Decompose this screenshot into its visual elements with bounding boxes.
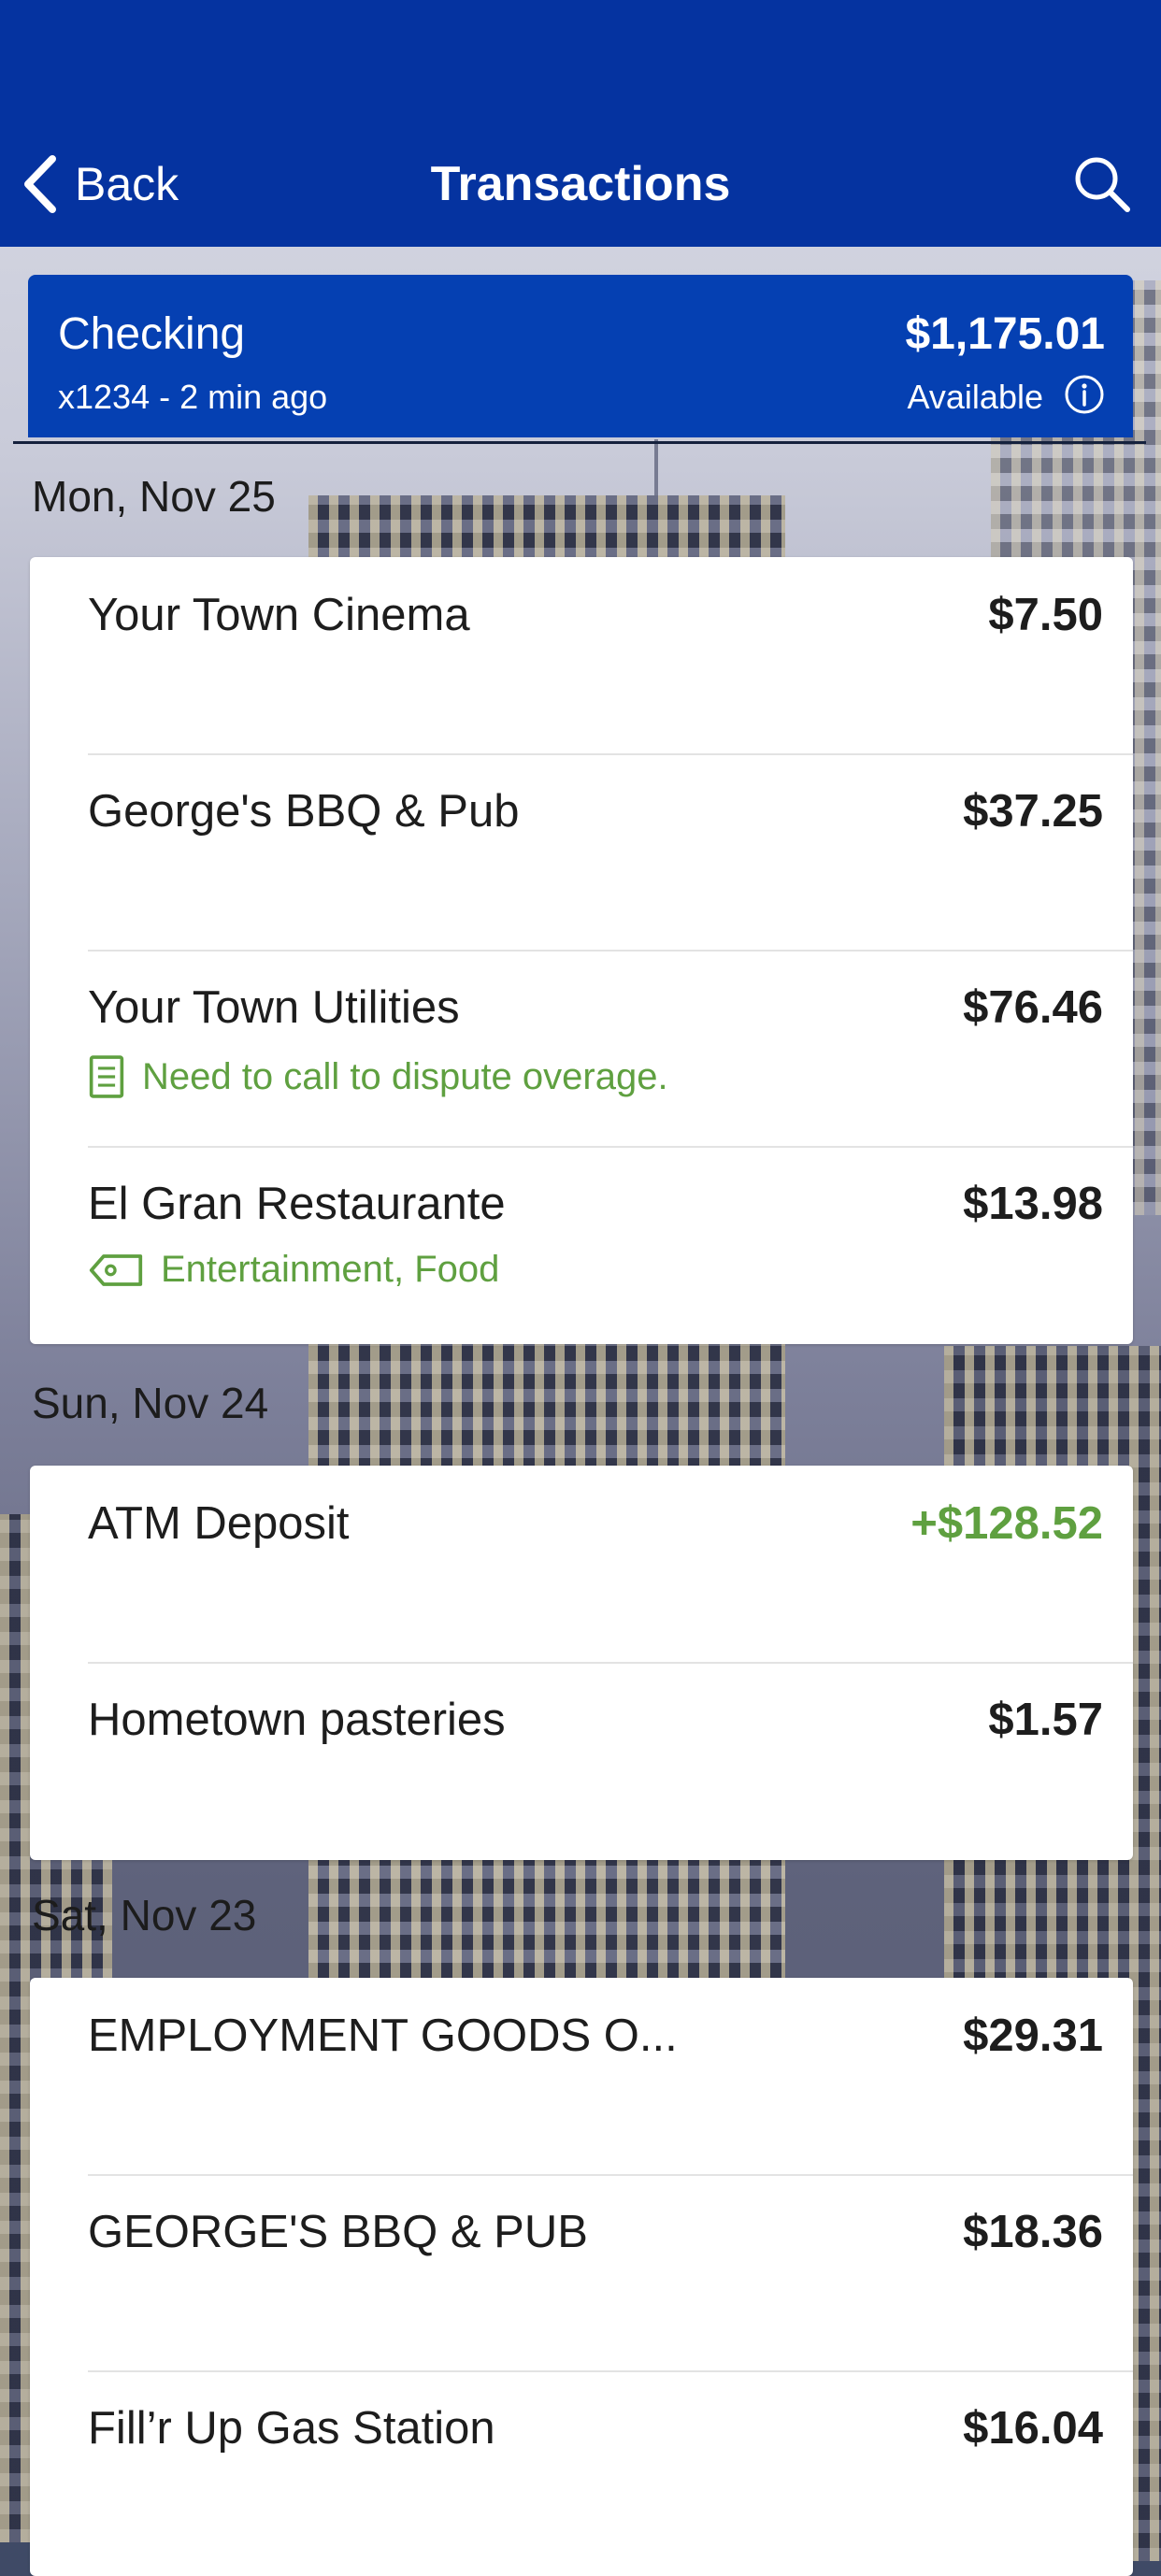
- transaction-row[interactable]: ATM Deposit +$128.52: [30, 1466, 1133, 1662]
- transaction-tags: Entertainment, Food: [88, 1249, 499, 1291]
- nav-header: Back Transactions: [0, 0, 1161, 247]
- transaction-name: Hometown pasteries: [88, 1695, 506, 1745]
- date-header: Sun, Nov 24: [32, 1379, 269, 1427]
- search-button[interactable]: [1071, 153, 1133, 215]
- transaction-amount: $13.98: [963, 1179, 1103, 1229]
- transaction-name: GEORGE'S BBQ & PUB: [88, 2207, 588, 2257]
- transaction-row[interactable]: George's BBQ & Pub $37.25: [30, 753, 1133, 950]
- transaction-row[interactable]: EMPLOYMENT GOODS O... $29.31: [30, 1978, 1133, 2174]
- transaction-note: Need to call to dispute overage.: [88, 1052, 668, 1101]
- transaction-amount: $1.57: [988, 1695, 1103, 1745]
- transaction-name: George's BBQ & Pub: [88, 786, 520, 837]
- transaction-row[interactable]: Your Town Cinema $7.50: [30, 557, 1133, 753]
- transaction-amount: $18.36: [963, 2207, 1103, 2257]
- back-button-label: Back: [75, 158, 179, 210]
- account-balance: $1,175.01: [905, 309, 1105, 359]
- transaction-amount: +$128.52: [910, 1498, 1103, 1549]
- account-summary[interactable]: Checking x1234 - 2 min ago $1,175.01 Ava…: [28, 275, 1133, 437]
- divider: [13, 441, 1146, 444]
- account-name: Checking: [58, 309, 246, 359]
- transaction-name: El Gran Restaurante: [88, 1179, 506, 1229]
- note-text: Need to call to dispute overage.: [142, 1055, 668, 1097]
- transaction-amount: $37.25: [963, 786, 1103, 837]
- transaction-amount: $76.46: [963, 982, 1103, 1033]
- transaction-name: Your Town Utilities: [88, 982, 460, 1033]
- transaction-amount: $16.04: [963, 2403, 1103, 2454]
- tag-icon: [89, 1253, 143, 1286]
- back-button[interactable]: Back: [21, 151, 179, 217]
- transaction-group: EMPLOYMENT GOODS O... $29.31 GEORGE'S BB…: [30, 1978, 1133, 2576]
- transaction-row[interactable]: Your Town Utilities $76.46 Need to call …: [30, 950, 1133, 1146]
- transaction-amount: $7.50: [988, 590, 1103, 640]
- transaction-row[interactable]: El Gran Restaurante $13.98 Entertainment…: [30, 1146, 1133, 1342]
- info-icon[interactable]: [1064, 374, 1105, 415]
- transaction-row[interactable]: Fill’r Up Gas Station $16.04: [30, 2370, 1133, 2567]
- transaction-row[interactable]: GEORGE'S BBQ & PUB $18.36: [30, 2174, 1133, 2370]
- transaction-name: Fill’r Up Gas Station: [88, 2403, 495, 2454]
- transaction-name: EMPLOYMENT GOODS O...: [88, 2011, 678, 2061]
- available-label: Available: [907, 378, 1043, 416]
- transaction-group: ATM Deposit +$128.52 Hometown pasteries …: [30, 1466, 1133, 1860]
- transaction-name: Your Town Cinema: [88, 590, 470, 640]
- note-icon: [89, 1055, 124, 1098]
- transaction-name: ATM Deposit: [88, 1498, 350, 1549]
- account-meta: x1234 - 2 min ago: [58, 378, 328, 416]
- transaction-amount: $29.31: [963, 2011, 1103, 2061]
- chevron-left-icon: [24, 155, 56, 213]
- date-header: Sat, Nov 23: [32, 1891, 257, 1939]
- date-header: Mon, Nov 25: [32, 472, 276, 521]
- tags-text: Entertainment, Food: [161, 1249, 500, 1290]
- transaction-row[interactable]: Hometown pasteries $1.57: [30, 1662, 1133, 1858]
- transaction-group: Your Town Cinema $7.50 George's BBQ & Pu…: [30, 557, 1133, 1344]
- search-icon: [1075, 157, 1130, 212]
